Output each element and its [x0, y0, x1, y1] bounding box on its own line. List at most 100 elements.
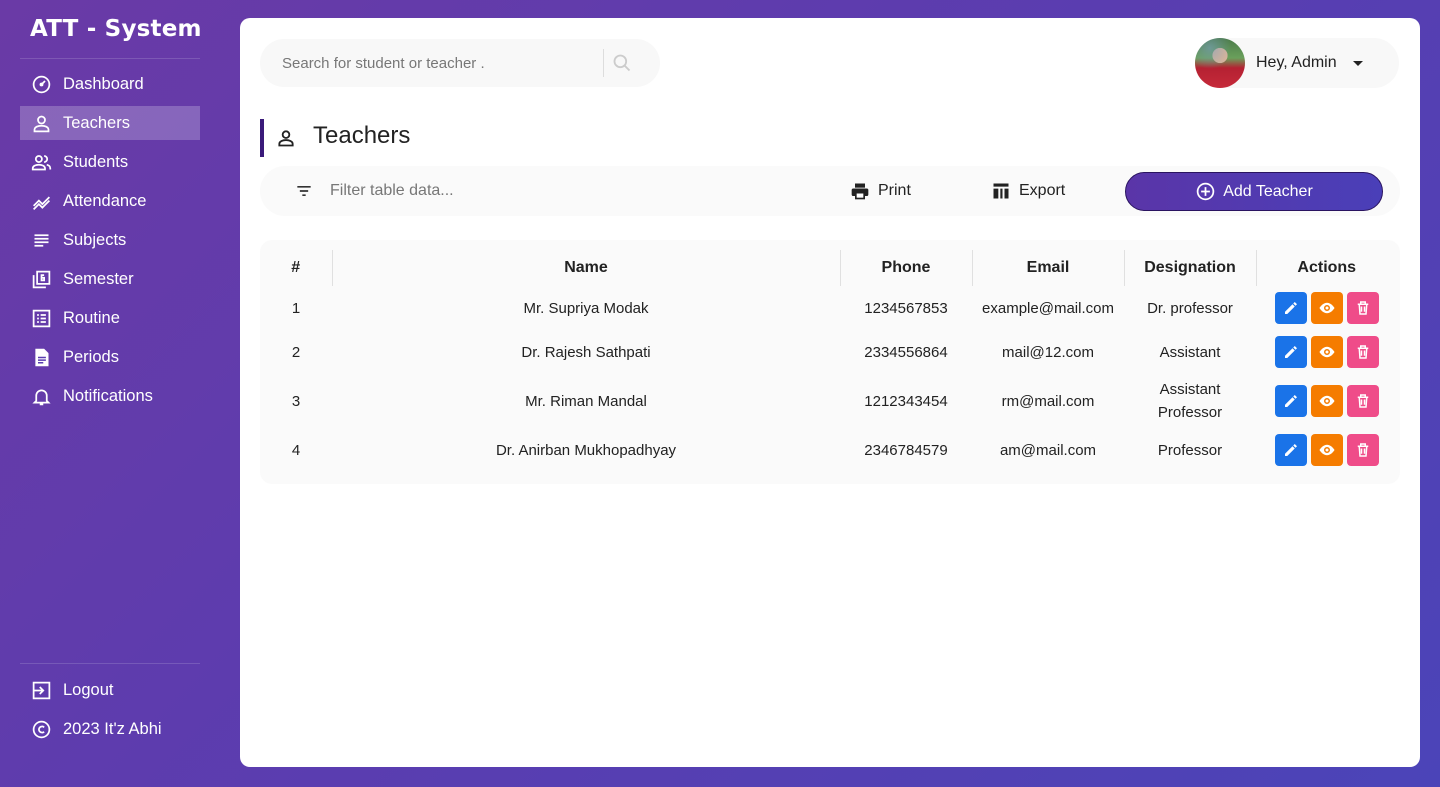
cell-email: rm@mail.com — [1001, 392, 1095, 410]
cell-phone: 2334556864 — [864, 343, 948, 361]
copyright-item: 2023 It'z Abhi — [20, 712, 200, 746]
cell-number: 1 — [291, 299, 301, 317]
delete-button[interactable] — [1346, 292, 1379, 324]
cell-email: example@mail.com — [982, 299, 1114, 317]
copyright-icon — [30, 718, 52, 740]
bell-icon — [30, 385, 52, 407]
cell-email: mail@12.com — [1002, 343, 1094, 361]
edit-button[interactable] — [1274, 385, 1307, 417]
sidebar-item-label: Teachers — [63, 113, 130, 132]
sidebar-item-attendance[interactable]: Attendance — [20, 184, 200, 218]
cell-name: Mr. Riman Mandal — [525, 392, 647, 410]
printer-icon — [851, 183, 869, 200]
sidebar-item-label: Dashboard — [63, 74, 144, 93]
caret-down-icon — [1352, 60, 1363, 66]
search-input[interactable] — [260, 39, 603, 87]
speedometer-icon — [30, 73, 52, 95]
export-label: Export — [1019, 182, 1066, 199]
cell-actions — [1256, 330, 1397, 374]
column-header-name[interactable]: Name — [332, 250, 841, 286]
sidebar-item-label: Attendance — [63, 191, 147, 210]
plus-circle-icon — [1196, 182, 1215, 201]
sidebar-item-notifications[interactable]: Notifications — [20, 379, 200, 413]
table-row: 2 Dr. Rajesh Sathpati 2334556864 mail@12… — [260, 330, 1397, 374]
add-teacher-button[interactable]: Add Teacher — [1125, 172, 1383, 211]
delete-button[interactable] — [1346, 336, 1379, 368]
table-export-icon — [993, 183, 1009, 199]
user-greeting: Hey, Admin — [1256, 54, 1337, 71]
document-icon — [30, 346, 52, 368]
cell-name: Dr. Anirban Mukhopadhyay — [495, 441, 677, 459]
logout-button[interactable]: Logout — [20, 673, 200, 707]
delete-button[interactable] — [1346, 385, 1379, 417]
cell-designation: Dr. professor — [1147, 299, 1233, 317]
print-label: Print — [878, 182, 911, 199]
sidebar-divider — [20, 58, 200, 59]
sidebar-nav: Dashboard Teachers Students Attendance S… — [20, 67, 200, 418]
logout-icon — [30, 679, 52, 701]
search-icon[interactable] — [612, 53, 632, 73]
sidebar: ATT - System Dashboard Teachers Students… — [0, 0, 220, 787]
eye-icon — [1319, 302, 1334, 314]
list-box-icon — [30, 307, 52, 329]
sidebar-item-label: Notifications — [63, 386, 153, 405]
column-header-phone[interactable]: Phone — [840, 250, 973, 286]
trash-icon — [1357, 345, 1368, 359]
trending-icon — [30, 190, 52, 212]
title-accent-bar — [260, 119, 264, 157]
sidebar-item-students[interactable]: Students — [20, 145, 200, 179]
sidebar-item-teachers[interactable]: Teachers — [20, 106, 200, 140]
eye-icon — [1319, 346, 1334, 358]
cell-actions — [1256, 374, 1397, 428]
sidebar-divider — [20, 663, 200, 664]
filter-input[interactable] — [330, 176, 730, 206]
cell-number: 3 — [291, 392, 301, 410]
column-header-number[interactable]: # — [260, 250, 333, 286]
eye-icon — [1319, 444, 1334, 456]
cell-name: Dr. Rajesh Sathpati — [521, 343, 651, 361]
cell-actions — [1256, 428, 1397, 472]
user-menu[interactable]: Hey, Admin — [1195, 38, 1399, 88]
pencil-icon — [1284, 302, 1297, 314]
view-button[interactable] — [1310, 385, 1343, 417]
sidebar-item-subjects[interactable]: Subjects — [20, 223, 200, 257]
table-toolbar: Print Export Add Teacher — [260, 166, 1400, 216]
sidebar-item-routine[interactable]: Routine — [20, 301, 200, 335]
view-button[interactable] — [1310, 292, 1343, 324]
cell-phone: 2346784579 — [864, 441, 948, 459]
copyright-label: 2023 It'z Abhi — [63, 719, 162, 738]
edit-button[interactable] — [1274, 434, 1307, 466]
trash-icon — [1357, 443, 1368, 457]
export-button[interactable]: Export — [991, 176, 1065, 206]
table-row: 4 Dr. Anirban Mukhopadhyay 2346784579 am… — [260, 428, 1397, 472]
print-button[interactable]: Print — [850, 176, 911, 206]
edit-button[interactable] — [1274, 336, 1307, 368]
pencil-icon — [1284, 444, 1297, 456]
sidebar-item-label: Semester — [63, 269, 134, 288]
page-title: Teachers — [313, 122, 411, 149]
view-button[interactable] — [1310, 434, 1343, 466]
filter-icon — [294, 181, 314, 201]
cell-phone: 1212343454 — [864, 392, 948, 410]
add-teacher-label: Add Teacher — [1223, 182, 1313, 200]
sidebar-item-semester[interactable]: Semester — [20, 262, 200, 296]
sidebar-item-periods[interactable]: Periods — [20, 340, 200, 374]
sidebar-item-label: Routine — [63, 308, 120, 327]
sidebar-item-dashboard[interactable]: Dashboard — [20, 67, 200, 101]
column-header-actions: Actions — [1297, 259, 1357, 276]
trash-icon — [1357, 394, 1368, 408]
person-icon — [276, 128, 296, 148]
avatar — [1195, 38, 1245, 88]
cell-designation: Professor — [1157, 441, 1223, 459]
column-header-designation[interactable]: Designation — [1124, 250, 1257, 286]
sidebar-bottom: Logout 2023 It'z Abhi — [20, 673, 200, 751]
pencil-icon — [1284, 395, 1297, 407]
teachers-table: # Name Phone Email Designation Actions 1… — [260, 250, 1397, 472]
edit-button[interactable] — [1274, 292, 1307, 324]
search-box — [260, 39, 660, 87]
view-button[interactable] — [1310, 336, 1343, 368]
delete-button[interactable] — [1346, 434, 1379, 466]
trash-icon — [1357, 301, 1368, 315]
column-header-email[interactable]: Email — [972, 250, 1125, 286]
logout-label: Logout — [63, 680, 114, 699]
